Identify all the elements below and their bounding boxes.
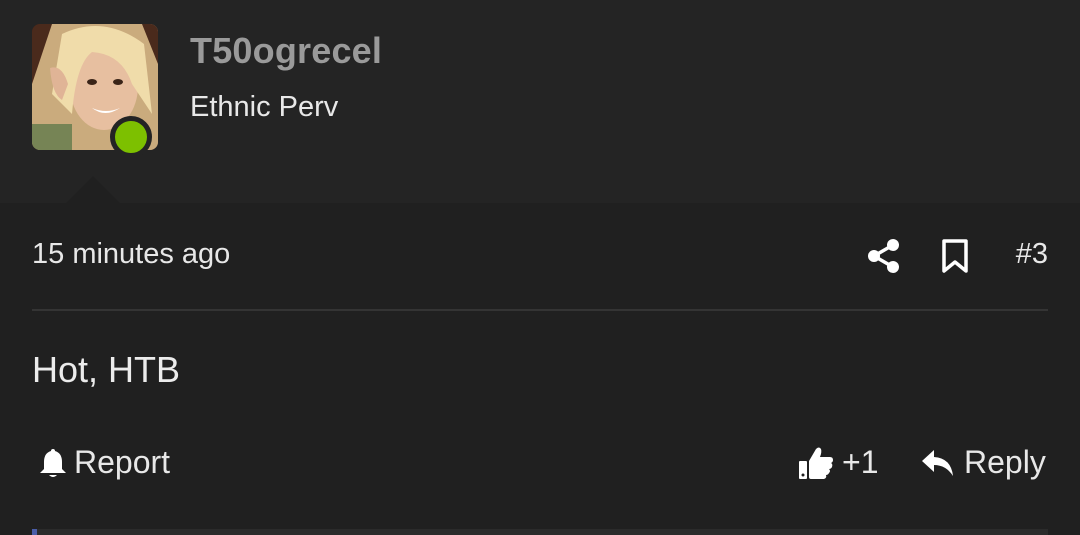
thumbs-up-icon — [799, 447, 833, 479]
reply-arrow-icon — [922, 449, 953, 476]
post-header: T50ogrecel Ethnic Perv — [0, 0, 1080, 204]
next-post-accent — [32, 529, 37, 535]
next-post-edge — [32, 529, 1048, 535]
post-number-link[interactable]: #3 — [1016, 238, 1048, 271]
reply-button[interactable]: Reply — [920, 444, 1046, 481]
username-link[interactable]: T50ogrecel — [190, 30, 382, 72]
like-button[interactable]: +1 — [798, 444, 878, 481]
like-count: +1 — [842, 444, 879, 480]
bookmark-icon[interactable] — [940, 238, 970, 274]
post-body: Hot, HTB — [32, 349, 181, 390]
divider — [32, 309, 1048, 311]
post-container: T50ogrecel Ethnic Perv 15 minutes ago #3… — [0, 0, 1080, 535]
post-timestamp[interactable]: 15 minutes ago — [32, 238, 230, 271]
user-title: Ethnic Perv — [190, 91, 339, 123]
reply-label: Reply — [964, 444, 1046, 480]
share-icon[interactable] — [866, 238, 902, 274]
report-label: Report — [74, 444, 171, 480]
bell-icon — [40, 448, 66, 477]
header-pointer — [65, 176, 121, 204]
online-status-indicator — [110, 116, 152, 158]
report-button[interactable]: Report — [38, 444, 170, 481]
